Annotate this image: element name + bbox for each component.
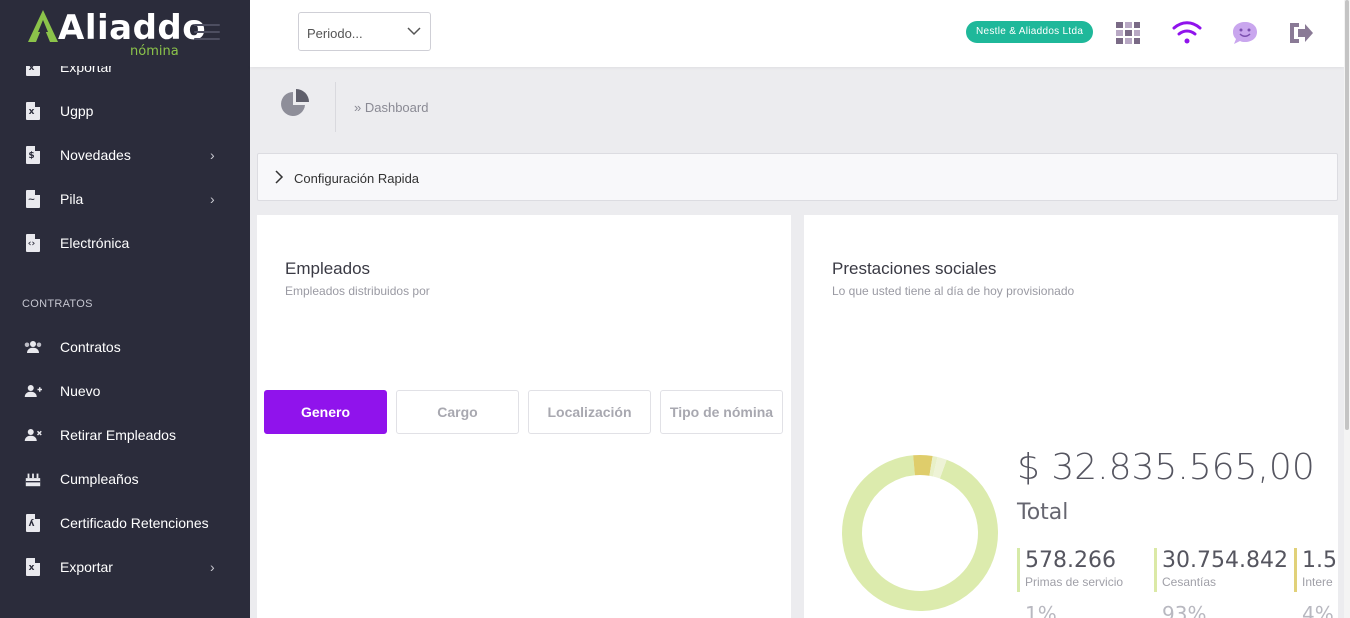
birthday-cake-icon (24, 469, 42, 489)
user-plus-icon (24, 381, 42, 401)
users-icon (24, 337, 42, 357)
sidebar-item-label: Certificado Retenciones (60, 515, 209, 531)
topbar: Periodo... Nestle & Aliaddos Ltda (250, 0, 1344, 67)
money-file-icon: $ (24, 145, 42, 165)
chevron-down-icon (407, 27, 421, 36)
stat-label: Intere (1302, 575, 1333, 589)
user-remove-icon (24, 425, 42, 445)
stat-value: 1.50 (1302, 548, 1338, 573)
total-amount: $ 32.835.565,00 (1017, 447, 1315, 488)
sidebar-item-cumpleanos[interactable]: Cumpleaños (0, 461, 250, 497)
sidebar-item-electronica[interactable]: ‹› Electrónica (0, 225, 250, 261)
stat-color-bar (1294, 548, 1297, 592)
tab-tipo-nomina[interactable]: Tipo de nómina (660, 390, 783, 434)
excel-file-icon: x (24, 101, 42, 121)
stat-label: Primas de servicio (1025, 575, 1124, 589)
donut-slice[interactable] (840, 453, 1000, 613)
sidebar-item-novedades[interactable]: $ Novedades › (0, 137, 250, 173)
sidebar-item-contratos[interactable]: Contratos (0, 329, 250, 365)
total-label: Total (1017, 500, 1069, 525)
sidebar-item-label: Novedades (60, 147, 131, 163)
empleados-subtitle: Empleados distribuidos por (285, 284, 430, 298)
prestaciones-donut-chart[interactable] (840, 453, 1000, 613)
tab-localizacion[interactable]: Localización (528, 390, 651, 434)
prestaciones-content: Prestaciones sociales Lo que usted tiene… (804, 215, 1338, 618)
brand-name[interactable]: Aliaddo (58, 8, 206, 48)
chevron-right-icon: › (210, 191, 215, 207)
sidebar-section-title: CONTRATOS (22, 298, 93, 310)
donut-slice[interactable] (840, 453, 1000, 613)
sidebar: Aliaddo nómina x Exportar x Ugpp $ Noved… (0, 0, 250, 618)
pulse-file-icon: ~ (24, 189, 42, 209)
sidebar-item-label: Ugpp (60, 103, 94, 119)
sidebar-item-certificado[interactable]: ʎ Certificado Retenciones (0, 505, 250, 541)
sidebar-item-label: Retirar Empleados (60, 427, 176, 443)
sidebar-item-label: Nuevo (60, 383, 101, 399)
company-badge[interactable]: Nestle & Aliaddos Ltda (966, 21, 1094, 43)
pie-chart-icon (281, 89, 309, 116)
stat-primas: 578.266 Primas de servicio 1% (1017, 548, 1124, 618)
prestaciones-subtitle: Lo que usted tiene al día de hoy provisi… (832, 284, 1075, 298)
stat-percent: 93% (1162, 602, 1207, 618)
sidebar-item-nuevo[interactable]: Nuevo (0, 373, 250, 409)
wifi-icon[interactable] (1172, 18, 1202, 48)
apps-grid-icon[interactable] (1113, 18, 1143, 48)
tab-genero[interactable]: Genero (264, 390, 387, 434)
sidebar-item-label: Contratos (60, 339, 121, 355)
brand-header: Aliaddo nómina (0, 0, 250, 66)
scrollbar-thumb[interactable] (1345, 0, 1349, 430)
sidebar-item-label: Electrónica (60, 235, 130, 251)
sidebar-item-label: Cumpleaños (60, 471, 139, 487)
chat-smile-icon[interactable] (1230, 18, 1260, 48)
chevron-right-icon: › (210, 559, 215, 575)
stat-color-bar (1154, 548, 1157, 592)
pdf-file-icon: ʎ (24, 513, 42, 533)
breadcrumb[interactable]: » Dashboard (354, 100, 428, 115)
stat-color-bar (1017, 548, 1020, 592)
menu-toggle-icon[interactable] (194, 24, 220, 42)
chevron-right-icon: › (210, 147, 215, 163)
excel-file-icon: x (24, 557, 42, 577)
stat-label: Cesantías (1162, 575, 1217, 589)
stat-cesantias: 30.754.842 Cesantías 93% (1154, 548, 1288, 618)
sidebar-item-exportar[interactable]: x Exportar › (0, 549, 250, 585)
stat-intereses: 1.50 Intere 4% (1294, 548, 1338, 618)
donut-slice[interactable] (840, 453, 1000, 613)
code-file-icon: ‹› (24, 233, 42, 253)
stat-percent: 4% (1302, 602, 1334, 618)
stat-value: 30.754.842 (1162, 548, 1288, 573)
donut-slice[interactable] (840, 453, 1000, 613)
empleados-card: Empleados Empleados distribuidos por Gen… (257, 215, 791, 618)
period-select[interactable]: Periodo... (298, 12, 431, 51)
page-scrollbar[interactable] (1344, 0, 1350, 618)
empleados-title: Empleados (285, 259, 371, 278)
quick-config-label: Configuración Rapida (294, 171, 420, 186)
aliaddo-logo-icon (28, 10, 58, 42)
prestaciones-title: Prestaciones sociales (832, 259, 997, 278)
sidebar-item-label: Exportar (60, 559, 113, 575)
breadcrumb-divider (335, 82, 336, 132)
sidebar-item-pila[interactable]: ~ Pila › (0, 181, 250, 217)
tab-cargo[interactable]: Cargo (396, 390, 519, 434)
stat-value: 578.266 (1025, 548, 1116, 573)
brand-subtitle: nómina (130, 44, 179, 59)
chevron-right-icon (275, 170, 284, 184)
sidebar-item-ugpp[interactable]: x Ugpp (0, 93, 250, 129)
period-placeholder: Periodo... (307, 26, 363, 41)
sidebar-item-label: Pila (60, 191, 84, 207)
stat-percent: 1% (1025, 602, 1057, 618)
logout-icon[interactable] (1286, 18, 1316, 48)
sidebar-item-retirar[interactable]: Retirar Empleados (0, 417, 250, 453)
quick-config-panel[interactable]: Configuración Rapida (257, 153, 1338, 201)
